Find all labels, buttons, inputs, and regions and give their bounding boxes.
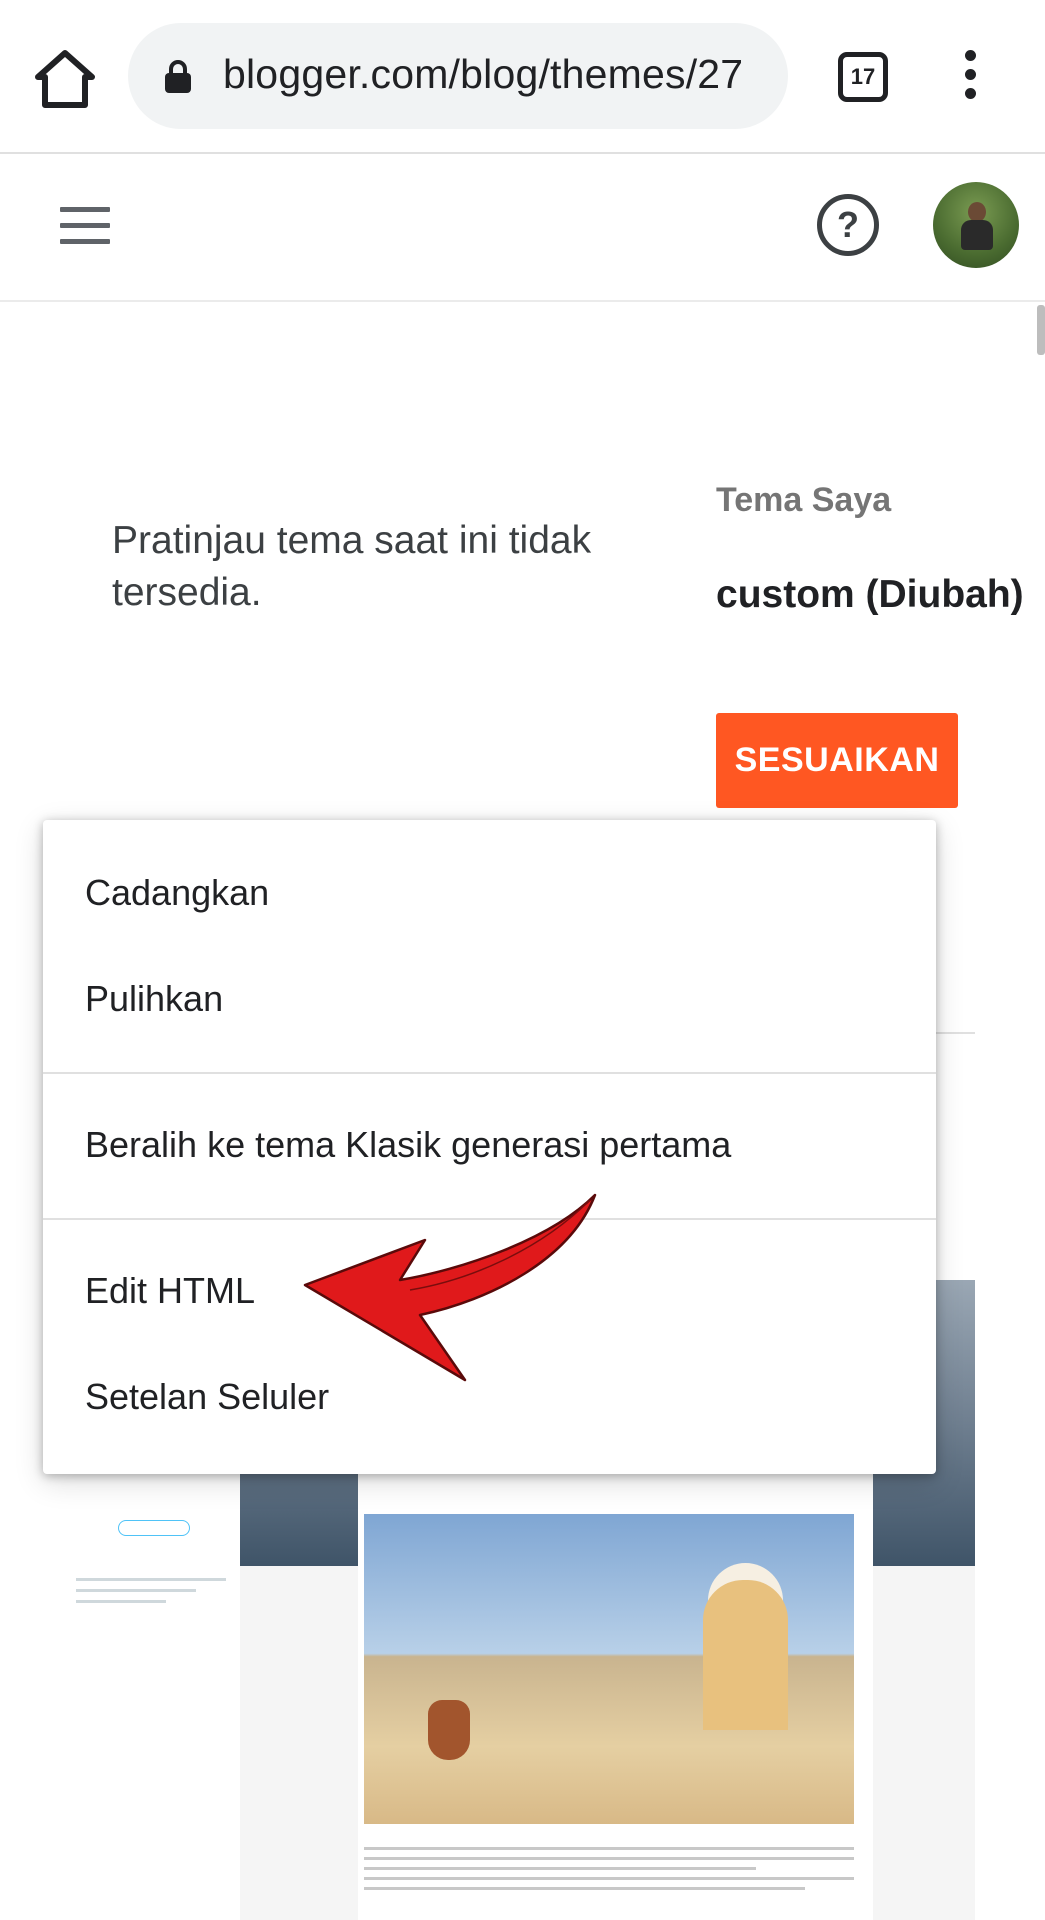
tabs-icon[interactable]: 17: [838, 52, 888, 102]
divider: [935, 1032, 975, 1034]
menu-item-switch-classic-theme[interactable]: Beralih ke tema Klasik generasi pertama: [43, 1092, 936, 1198]
more-vert-icon[interactable]: [955, 50, 985, 110]
avatar[interactable]: [933, 182, 1019, 268]
address-bar[interactable]: blogger.com/blog/themes/27: [128, 23, 788, 129]
preview-unavailable-message: Pratinjau tema saat ini tidak tersedia.: [112, 519, 592, 614]
menu-divider: [43, 1072, 936, 1074]
annotation-arrow-icon: [303, 1193, 597, 1382]
home-icon[interactable]: [30, 45, 100, 115]
menu-item-restore[interactable]: Pulihkan: [43, 946, 936, 1052]
url-text: blogger.com/blog/themes/27: [223, 51, 744, 97]
tab-count: 17: [850, 64, 876, 89]
help-symbol: ?: [837, 204, 859, 245]
my-theme-label: Tema Saya: [716, 481, 892, 519]
app-header: ?: [0, 154, 1045, 302]
customize-button[interactable]: SESUAIKAN: [716, 713, 958, 808]
menu-item-backup[interactable]: Cadangkan: [43, 840, 936, 946]
theme-name: custom (Diubah): [716, 573, 1024, 616]
lock-icon: [165, 60, 191, 93]
menu-icon[interactable]: [60, 207, 110, 245]
browser-toolbar: blogger.com/blog/themes/27 17: [0, 0, 1045, 154]
help-icon[interactable]: ?: [817, 194, 879, 256]
scrollbar[interactable]: [1037, 305, 1045, 355]
